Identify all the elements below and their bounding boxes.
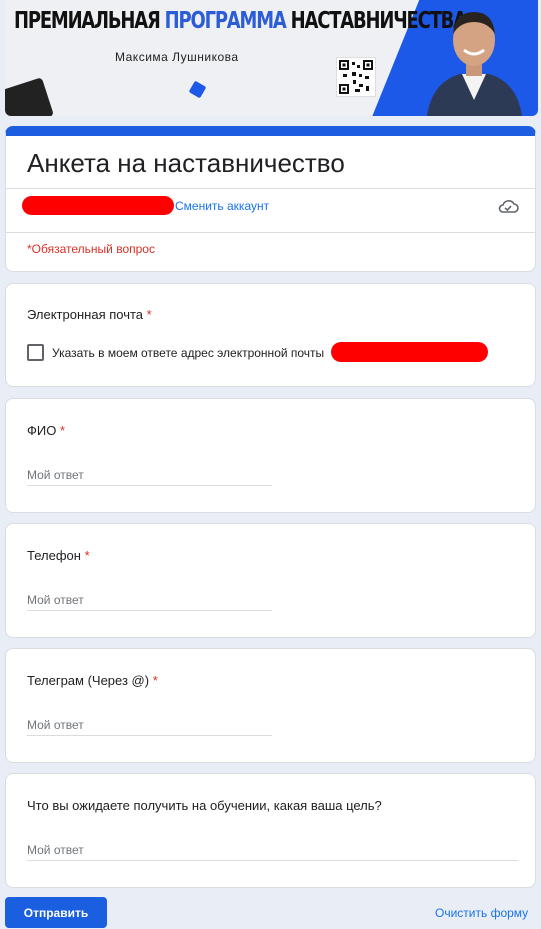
required-asterisk: * bbox=[146, 307, 152, 322]
header-banner: ПРЕМИАЛЬНАЯ ПРОГРАММА НАСТАВНИЧЕСТВА Мак… bbox=[5, 0, 538, 116]
question-card-email: Электронная почта * Указать в моем ответ… bbox=[5, 283, 536, 387]
redacted-account-email bbox=[22, 196, 174, 215]
qr-code-icon bbox=[337, 58, 375, 96]
banner-subtitle: Максима Лушникова bbox=[115, 50, 239, 64]
question-text: Телефон bbox=[27, 548, 81, 563]
question-text: Электронная почта bbox=[27, 307, 144, 322]
question-text: ФИО bbox=[27, 423, 57, 438]
question-label: Что вы ожидаете получить на обучении, ка… bbox=[27, 798, 382, 813]
divider bbox=[6, 232, 535, 233]
presenter-photo bbox=[427, 12, 522, 116]
required-asterisk: * bbox=[152, 673, 158, 688]
required-note: *Обязательный вопрос bbox=[27, 242, 155, 256]
banner-decor-card bbox=[5, 77, 54, 116]
form-header-card: Анкета на наставничество Сменить аккаунт… bbox=[5, 126, 536, 272]
record-email-label: Указать в моем ответе адрес электронной … bbox=[52, 346, 325, 360]
banner-title-accent: ПРОГРАММА bbox=[164, 8, 287, 34]
question-card-fio: ФИО * bbox=[5, 398, 536, 513]
fio-input[interactable] bbox=[27, 465, 272, 486]
redacted-email bbox=[331, 342, 488, 362]
record-email-checkbox[interactable] bbox=[27, 344, 44, 361]
question-label: Телефон * bbox=[27, 548, 90, 563]
question-label: ФИО * bbox=[27, 423, 65, 438]
divider bbox=[6, 188, 535, 189]
clear-form-link[interactable]: Очистить форму bbox=[435, 906, 528, 920]
question-text: Телеграм (Через @) bbox=[27, 673, 150, 688]
question-card-phone: Телефон * bbox=[5, 523, 536, 638]
required-asterisk: * bbox=[59, 423, 66, 438]
cloud-check-icon bbox=[498, 200, 519, 213]
phone-input[interactable] bbox=[27, 590, 272, 611]
question-label: Телеграм (Через @) * bbox=[27, 673, 158, 688]
question-label: Электронная почта * bbox=[27, 307, 152, 322]
banner-decor-diamond bbox=[188, 80, 207, 99]
question-card-telegram: Телеграм (Через @) * bbox=[5, 648, 536, 763]
submit-button[interactable]: Отправить bbox=[5, 897, 107, 928]
banner-title-part1: ПРЕМИАЛЬНАЯ bbox=[14, 8, 165, 34]
telegram-input[interactable] bbox=[27, 715, 272, 736]
required-asterisk: * bbox=[84, 548, 90, 563]
question-card-goal: Что вы ожидаете получить на обучении, ка… bbox=[5, 773, 536, 888]
form-title: Анкета на наставничество bbox=[27, 148, 345, 178]
goal-input[interactable] bbox=[27, 840, 518, 861]
banner-title: ПРЕМИАЛЬНАЯ ПРОГРАММА НАСТАВНИЧЕСТВА bbox=[14, 8, 467, 34]
switch-account-link[interactable]: Сменить аккаунт bbox=[175, 199, 269, 213]
question-text: Что вы ожидаете получить на обучении, ка… bbox=[27, 798, 382, 813]
